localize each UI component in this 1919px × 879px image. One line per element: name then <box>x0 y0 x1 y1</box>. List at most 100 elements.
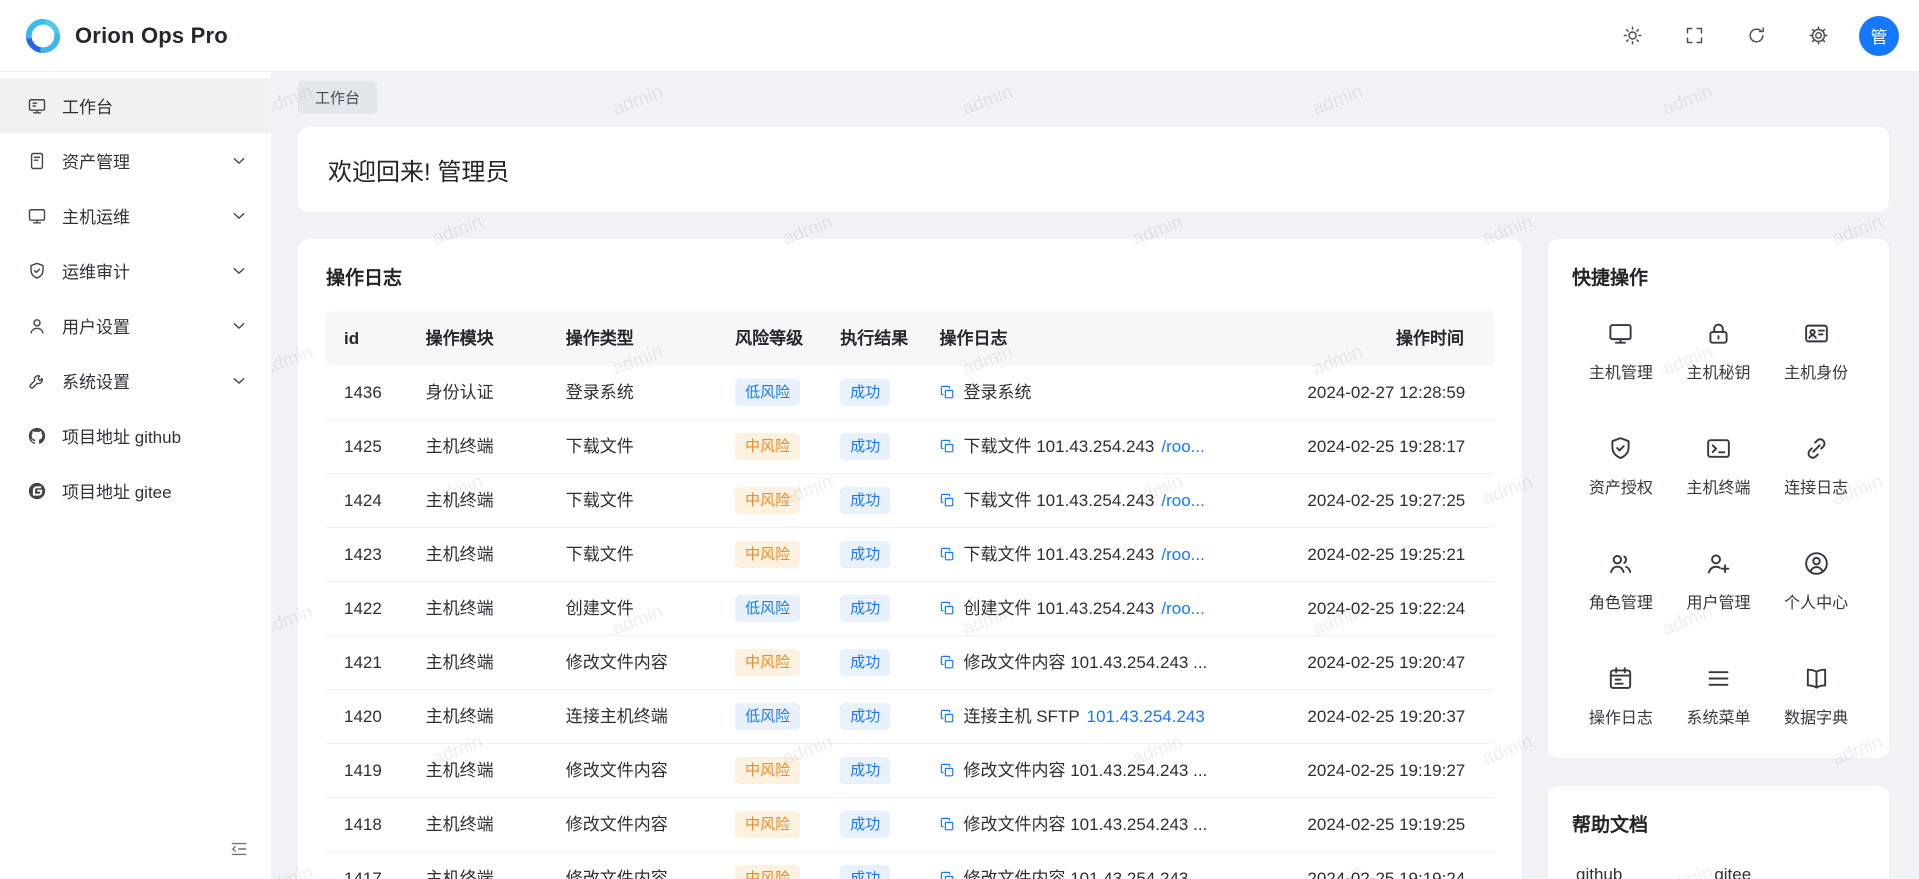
copy-icon[interactable] <box>939 654 956 671</box>
sidebar-item-github[interactable]: 项目地址 github <box>0 408 271 463</box>
sidebar-item-workbench[interactable]: 工作台 <box>0 78 271 133</box>
settings-button[interactable] <box>1799 17 1837 55</box>
quick-action-connection-log[interactable]: 连接日志 <box>1767 435 1865 498</box>
log-message: 下载文件 101.43.254.243 <box>963 436 1154 457</box>
log-id: 1424 <box>326 474 414 528</box>
quick-action-host-management[interactable]: 主机管理 <box>1572 320 1670 383</box>
log-module: 主机终端 <box>414 420 554 474</box>
personal-center-icon <box>1803 550 1830 577</box>
log-module: 身份认证 <box>414 366 554 420</box>
log-column-header: 操作模块 <box>414 311 554 366</box>
help-link-gitee[interactable]: gitee <box>1714 865 1751 879</box>
chevron-down-icon <box>229 316 249 336</box>
log-time: 2024-02-25 19:22:24 <box>1295 582 1494 636</box>
sidebar-footer <box>0 837 271 879</box>
fullscreen-button[interactable] <box>1675 17 1713 55</box>
copy-icon[interactable] <box>939 762 956 779</box>
theme-button[interactable] <box>1613 17 1651 55</box>
welcome-title: 欢迎回来! 管理员 <box>328 152 1859 187</box>
log-column-header: 风险等级 <box>723 311 828 366</box>
quick-action-host-terminal[interactable]: 主机终端 <box>1670 435 1768 498</box>
log-id: 1421 <box>326 636 414 690</box>
help-docs-card: 帮助文档 githubgitee <box>1548 786 1889 879</box>
log-id: 1422 <box>326 582 414 636</box>
tab-workbench[interactable]: 工作台 <box>298 81 377 114</box>
copy-icon[interactable] <box>939 546 956 563</box>
log-message: 连接主机 SFTP <box>963 706 1079 727</box>
asset-authorization-icon <box>1607 435 1634 462</box>
refresh-button[interactable] <box>1737 17 1775 55</box>
log-module: 主机终端 <box>414 636 554 690</box>
copy-icon[interactable] <box>939 600 956 617</box>
sidebar-item-ops-audit[interactable]: 运维审计 <box>0 243 271 298</box>
sidebar-item-system-settings[interactable]: 系统设置 <box>0 353 271 408</box>
quick-action-host-keys[interactable]: 主机秘钥 <box>1670 320 1768 383</box>
log-table-row: 1420主机终端连接主机终端低风险成功连接主机 SFTP101.43.254.2… <box>326 690 1494 744</box>
log-module: 主机终端 <box>414 798 554 852</box>
log-message-cell: 修改文件内容 101.43.254.243 ... <box>939 868 1283 879</box>
quick-action-data-dictionary[interactable]: 数据字典 <box>1767 665 1865 728</box>
log-message-cell: 下载文件 101.43.254.243/roo... <box>939 436 1283 457</box>
log-type: 修改文件内容 <box>554 852 723 879</box>
log-link[interactable]: 101.43.254.243 <box>1087 706 1205 727</box>
quick-action-host-identity[interactable]: 主机身份 <box>1767 320 1865 383</box>
log-column-header: 操作类型 <box>554 311 723 366</box>
system-menu-icon <box>1705 665 1732 692</box>
avatar[interactable]: 管 <box>1859 16 1899 56</box>
gitee-icon <box>27 481 47 501</box>
copy-icon[interactable] <box>939 708 956 725</box>
log-module: 主机终端 <box>414 474 554 528</box>
header-toolbar: 管 <box>1613 16 1899 56</box>
log-type: 创建文件 <box>554 582 723 636</box>
log-type: 登录系统 <box>554 366 723 420</box>
operation-log-title: 操作日志 <box>326 263 1494 290</box>
quick-action-system-menu[interactable]: 系统菜单 <box>1670 665 1768 728</box>
collapse-sidebar-icon[interactable] <box>227 837 251 861</box>
log-table-row: 1417主机终端修改文件内容中风险成功修改文件内容 101.43.254.243… <box>326 852 1494 879</box>
chevron-down-icon <box>229 206 249 226</box>
sidebar-item-label: 系统设置 <box>62 368 130 393</box>
quick-action-role-management[interactable]: 角色管理 <box>1572 550 1670 613</box>
copy-icon[interactable] <box>939 384 956 401</box>
log-message-cell: 登录系统 <box>939 382 1283 403</box>
log-type: 下载文件 <box>554 528 723 582</box>
sidebar-item-host-ops[interactable]: 主机运维 <box>0 188 271 243</box>
log-time: 2024-02-25 19:19:25 <box>1295 798 1494 852</box>
copy-icon[interactable] <box>939 870 956 879</box>
log-id: 1423 <box>326 528 414 582</box>
sidebar-item-gitee[interactable]: 项目地址 gitee <box>0 463 271 518</box>
quick-action-asset-authorization[interactable]: 资产授权 <box>1572 435 1670 498</box>
risk-badge: 中风险 <box>735 649 800 676</box>
risk-badge: 低风险 <box>735 379 800 406</box>
sidebar-item-asset-management[interactable]: 资产管理 <box>0 133 271 188</box>
log-message-cell: 修改文件内容 101.43.254.243 ... <box>939 760 1283 781</box>
log-link[interactable]: /roo... <box>1161 598 1204 619</box>
log-type: 修改文件内容 <box>554 744 723 798</box>
shield-icon <box>27 261 47 281</box>
risk-badge: 中风险 <box>735 541 800 568</box>
log-table-row: 1419主机终端修改文件内容中风险成功修改文件内容 101.43.254.243… <box>326 744 1494 798</box>
log-link[interactable]: /roo... <box>1161 544 1204 565</box>
help-link-github[interactable]: github <box>1576 865 1622 879</box>
log-link[interactable]: /roo... <box>1161 436 1204 457</box>
quick-action-user-management[interactable]: 用户管理 <box>1670 550 1768 613</box>
sidebar-item-label: 资产管理 <box>62 148 130 173</box>
monitor-icon <box>27 206 47 226</box>
log-link[interactable]: /roo... <box>1161 490 1204 511</box>
quick-action-operation-log[interactable]: 操作日志 <box>1572 665 1670 728</box>
quick-action-personal-center[interactable]: 个人中心 <box>1767 550 1865 613</box>
quick-actions-grid: 主机管理主机秘钥主机身份资产授权主机终端连接日志角色管理用户管理个人中心操作日志… <box>1572 320 1865 728</box>
copy-icon[interactable] <box>939 438 956 455</box>
log-table-row: 1424主机终端下载文件中风险成功下载文件 101.43.254.243/roo… <box>326 474 1494 528</box>
log-table-row: 1422主机终端创建文件低风险成功创建文件 101.43.254.243/roo… <box>326 582 1494 636</box>
copy-icon[interactable] <box>939 492 956 509</box>
app-header: Orion Ops Pro 管 <box>0 0 1919 72</box>
copy-icon[interactable] <box>939 816 956 833</box>
risk-badge: 中风险 <box>735 811 800 838</box>
chevron-down-icon <box>229 151 249 171</box>
log-id: 1418 <box>326 798 414 852</box>
quick-actions-card: 快捷操作 主机管理主机秘钥主机身份资产授权主机终端连接日志角色管理用户管理个人中… <box>1548 239 1889 758</box>
app-logo-icon <box>24 17 62 55</box>
log-time: 2024-02-25 19:27:25 <box>1295 474 1494 528</box>
sidebar-item-user-settings[interactable]: 用户设置 <box>0 298 271 353</box>
